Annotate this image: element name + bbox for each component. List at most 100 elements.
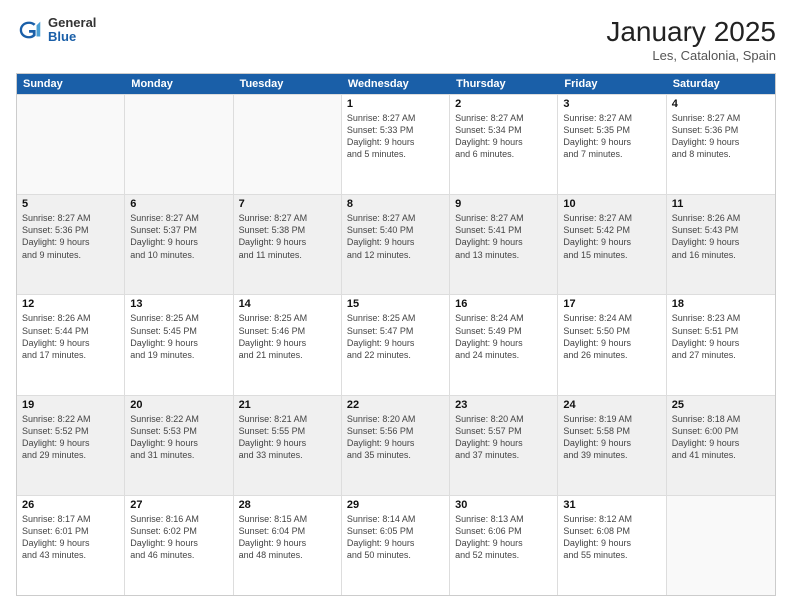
day-number: 12 <box>22 298 119 310</box>
day-header: Wednesday <box>342 74 450 94</box>
day-number: 13 <box>130 298 227 310</box>
day-number: 2 <box>455 98 552 110</box>
day-cell: 2 Sunrise: 8:27 AM Sunset: 5:34 PM Daylig… <box>450 95 558 194</box>
day-info: Sunrise: 8:27 AM Sunset: 5:38 PM Dayligh… <box>239 212 336 261</box>
day-number: 28 <box>239 499 336 511</box>
day-cell: 17 Sunrise: 8:24 AM Sunset: 5:50 PM Dayli… <box>558 295 666 394</box>
day-info: Sunrise: 8:20 AM Sunset: 5:56 PM Dayligh… <box>347 413 444 462</box>
day-cell: 5Sunrise: 8:27 AM Sunset: 5:36 PM Daylig… <box>17 195 125 294</box>
day-info: Sunrise: 8:27 AM Sunset: 5:37 PM Dayligh… <box>130 212 227 261</box>
day-number: 7 <box>239 198 336 210</box>
day-number: 1 <box>347 98 444 110</box>
day-header: Monday <box>125 74 233 94</box>
day-headers: SundayMondayTuesdayWednesdayThursdayFrid… <box>17 74 775 94</box>
day-number: 10 <box>563 198 660 210</box>
week-row: 5Sunrise: 8:27 AM Sunset: 5:36 PM Daylig… <box>17 194 775 294</box>
day-cell: 7 Sunrise: 8:27 AM Sunset: 5:38 PM Daylig… <box>234 195 342 294</box>
logo-general: General <box>48 16 96 30</box>
title-area: January 2025 Les, Catalonia, Spain <box>606 16 776 63</box>
day-cell: 29Sunrise: 8:14 AM Sunset: 6:05 PM Dayli… <box>342 496 450 595</box>
weeks: 1 Sunrise: 8:27 AM Sunset: 5:33 PM Daylig… <box>17 94 775 595</box>
day-header: Tuesday <box>234 74 342 94</box>
day-number: 24 <box>563 399 660 411</box>
header: General Blue January 2025 Les, Catalonia… <box>16 16 776 63</box>
day-cell: 18 Sunrise: 8:23 AM Sunset: 5:51 PM Dayli… <box>667 295 775 394</box>
day-number: 3 <box>563 98 660 110</box>
day-number: 6 <box>130 198 227 210</box>
day-cell: 11Sunrise: 8:26 AM Sunset: 5:43 PM Dayli… <box>667 195 775 294</box>
day-cell: 19 Sunrise: 8:22 AM Sunset: 5:52 PM Dayli… <box>17 396 125 495</box>
page: General Blue January 2025 Les, Catalonia… <box>0 0 792 612</box>
day-cell: 31 Sunrise: 8:12 AM Sunset: 6:08 PM Dayli… <box>558 496 666 595</box>
day-cell: 12Sunrise: 8:26 AM Sunset: 5:44 PM Dayli… <box>17 295 125 394</box>
day-info: Sunrise: 8:27 AM Sunset: 5:42 PM Dayligh… <box>563 212 660 261</box>
day-info: Sunrise: 8:27 AM Sunset: 5:40 PM Dayligh… <box>347 212 444 261</box>
day-header: Sunday <box>17 74 125 94</box>
day-info: Sunrise: 8:22 AM Sunset: 5:53 PM Dayligh… <box>130 413 227 462</box>
day-info: Sunrise: 8:14 AM Sunset: 6:05 PM Dayligh… <box>347 513 444 562</box>
day-cell: 6 Sunrise: 8:27 AM Sunset: 5:37 PM Daylig… <box>125 195 233 294</box>
day-number: 16 <box>455 298 552 310</box>
day-number: 23 <box>455 399 552 411</box>
day-number: 5 <box>22 198 119 210</box>
day-number: 22 <box>347 399 444 411</box>
day-number: 19 <box>22 399 119 411</box>
week-row: 26Sunrise: 8:17 AM Sunset: 6:01 PM Dayli… <box>17 495 775 595</box>
day-cell: 21 Sunrise: 8:21 AM Sunset: 5:55 PM Dayli… <box>234 396 342 495</box>
day-number: 20 <box>130 399 227 411</box>
day-info: Sunrise: 8:19 AM Sunset: 5:58 PM Dayligh… <box>563 413 660 462</box>
day-cell: 16Sunrise: 8:24 AM Sunset: 5:49 PM Dayli… <box>450 295 558 394</box>
day-cell: 4 Sunrise: 8:27 AM Sunset: 5:36 PM Daylig… <box>667 95 775 194</box>
day-cell: 28 Sunrise: 8:15 AM Sunset: 6:04 PM Dayli… <box>234 496 342 595</box>
day-cell: 8 Sunrise: 8:27 AM Sunset: 5:40 PM Daylig… <box>342 195 450 294</box>
day-cell: 24 Sunrise: 8:19 AM Sunset: 5:58 PM Dayli… <box>558 396 666 495</box>
day-cell: 27Sunrise: 8:16 AM Sunset: 6:02 PM Dayli… <box>125 496 233 595</box>
day-info: Sunrise: 8:16 AM Sunset: 6:02 PM Dayligh… <box>130 513 227 562</box>
day-info: Sunrise: 8:23 AM Sunset: 5:51 PM Dayligh… <box>672 312 770 361</box>
day-info: Sunrise: 8:27 AM Sunset: 5:35 PM Dayligh… <box>563 112 660 161</box>
day-number: 9 <box>455 198 552 210</box>
day-number: 17 <box>563 298 660 310</box>
week-row: 19 Sunrise: 8:22 AM Sunset: 5:52 PM Dayli… <box>17 395 775 495</box>
day-cell: 20 Sunrise: 8:22 AM Sunset: 5:53 PM Dayli… <box>125 396 233 495</box>
day-cell: 9 Sunrise: 8:27 AM Sunset: 5:41 PM Daylig… <box>450 195 558 294</box>
day-info: Sunrise: 8:24 AM Sunset: 5:50 PM Dayligh… <box>563 312 660 361</box>
day-info: Sunrise: 8:20 AM Sunset: 5:57 PM Dayligh… <box>455 413 552 462</box>
logo-icon <box>16 16 44 44</box>
day-number: 25 <box>672 399 770 411</box>
location: Les, Catalonia, Spain <box>606 48 776 63</box>
day-cell: 22 Sunrise: 8:20 AM Sunset: 5:56 PM Dayli… <box>342 396 450 495</box>
logo: General Blue <box>16 16 96 45</box>
day-number: 8 <box>347 198 444 210</box>
day-number: 18 <box>672 298 770 310</box>
day-info: Sunrise: 8:27 AM Sunset: 5:36 PM Dayligh… <box>672 112 770 161</box>
day-number: 4 <box>672 98 770 110</box>
day-cell: 23 Sunrise: 8:20 AM Sunset: 5:57 PM Dayli… <box>450 396 558 495</box>
day-info: Sunrise: 8:15 AM Sunset: 6:04 PM Dayligh… <box>239 513 336 562</box>
day-cell: 25Sunrise: 8:18 AM Sunset: 6:00 PM Dayli… <box>667 396 775 495</box>
month-title: January 2025 <box>606 16 776 48</box>
day-info: Sunrise: 8:21 AM Sunset: 5:55 PM Dayligh… <box>239 413 336 462</box>
day-info: Sunrise: 8:12 AM Sunset: 6:08 PM Dayligh… <box>563 513 660 562</box>
day-info: Sunrise: 8:27 AM Sunset: 5:41 PM Dayligh… <box>455 212 552 261</box>
day-cell <box>17 95 125 194</box>
day-cell: 1 Sunrise: 8:27 AM Sunset: 5:33 PM Daylig… <box>342 95 450 194</box>
logo-blue: Blue <box>48 30 96 44</box>
day-info: Sunrise: 8:17 AM Sunset: 6:01 PM Dayligh… <box>22 513 119 562</box>
week-row: 1 Sunrise: 8:27 AM Sunset: 5:33 PM Daylig… <box>17 94 775 194</box>
day-info: Sunrise: 8:27 AM Sunset: 5:33 PM Dayligh… <box>347 112 444 161</box>
week-row: 12Sunrise: 8:26 AM Sunset: 5:44 PM Dayli… <box>17 294 775 394</box>
day-cell: 13Sunrise: 8:25 AM Sunset: 5:45 PM Dayli… <box>125 295 233 394</box>
day-info: Sunrise: 8:22 AM Sunset: 5:52 PM Dayligh… <box>22 413 119 462</box>
day-cell: 14Sunrise: 8:25 AM Sunset: 5:46 PM Dayli… <box>234 295 342 394</box>
day-cell: 15Sunrise: 8:25 AM Sunset: 5:47 PM Dayli… <box>342 295 450 394</box>
day-cell: 10 Sunrise: 8:27 AM Sunset: 5:42 PM Dayli… <box>558 195 666 294</box>
day-cell: 30 Sunrise: 8:13 AM Sunset: 6:06 PM Dayli… <box>450 496 558 595</box>
day-info: Sunrise: 8:13 AM Sunset: 6:06 PM Dayligh… <box>455 513 552 562</box>
calendar: SundayMondayTuesdayWednesdayThursdayFrid… <box>16 73 776 596</box>
day-number: 30 <box>455 499 552 511</box>
day-info: Sunrise: 8:27 AM Sunset: 5:34 PM Dayligh… <box>455 112 552 161</box>
day-number: 31 <box>563 499 660 511</box>
day-number: 21 <box>239 399 336 411</box>
day-cell <box>667 496 775 595</box>
